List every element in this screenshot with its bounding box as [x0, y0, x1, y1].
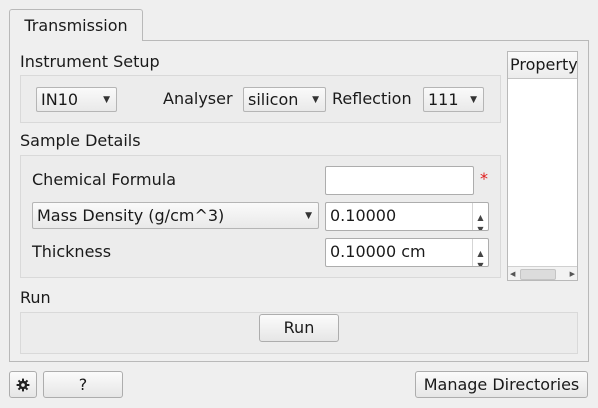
chevron-down-icon: ▼ [305, 211, 312, 221]
chevron-down-icon: ▼ [312, 95, 319, 105]
chemical-formula-input[interactable] [325, 166, 474, 195]
sample-details-title: Sample Details [20, 131, 141, 150]
scroll-left-icon[interactable]: ◀ [510, 267, 515, 280]
scroll-thumb[interactable] [520, 269, 556, 280]
settings-button[interactable] [9, 371, 37, 398]
gear-icon [16, 378, 30, 392]
reflection-select[interactable]: 111 ▼ [423, 87, 484, 112]
analyser-value: silicon [248, 90, 299, 109]
scroll-right-icon[interactable]: ▶ [570, 267, 575, 280]
manage-directories-button[interactable]: Manage Directories [415, 371, 588, 398]
property-column-header[interactable]: Property [508, 52, 577, 79]
tab-transmission[interactable]: Transmission [9, 9, 143, 41]
density-spinbox[interactable]: 0.10000 ▲ ▼ [325, 202, 489, 231]
horizontal-scrollbar[interactable]: ◀ ▶ [508, 266, 577, 280]
help-button[interactable]: ? [43, 371, 123, 398]
analyser-select[interactable]: silicon ▼ [243, 87, 326, 112]
density-type-select[interactable]: Mass Density (g/cm^3) ▼ [32, 202, 319, 229]
thickness-value: 0.10000 cm [330, 242, 426, 261]
arrow-down-icon[interactable]: ▼ [473, 253, 488, 266]
instrument-select[interactable]: IN10 ▼ [36, 87, 117, 112]
arrow-down-icon[interactable]: ▼ [473, 217, 488, 230]
analyser-label: Analyser [163, 89, 233, 108]
chemical-formula-label: Chemical Formula [32, 170, 177, 189]
property-table[interactable]: Property ◀ ▶ [507, 51, 578, 281]
chevron-down-icon: ▼ [103, 95, 110, 105]
chevron-down-icon: ▼ [470, 95, 477, 105]
instrument-value: IN10 [41, 90, 79, 109]
thickness-spin-buttons[interactable]: ▲ ▼ [472, 239, 488, 266]
thickness-label: Thickness [32, 242, 112, 261]
reflection-label: Reflection [332, 89, 412, 108]
density-type-value: Mass Density (g/cm^3) [37, 206, 225, 225]
density-spin-buttons[interactable]: ▲ ▼ [472, 203, 488, 230]
instrument-setup-title: Instrument Setup [20, 52, 160, 71]
density-value: 0.10000 [330, 206, 397, 225]
required-asterisk: * [480, 169, 488, 188]
run-section-title: Run [20, 288, 51, 307]
run-button[interactable]: Run [259, 314, 339, 342]
reflection-value: 111 [428, 90, 459, 109]
thickness-spinbox[interactable]: 0.10000 cm ▲ ▼ [325, 238, 489, 267]
